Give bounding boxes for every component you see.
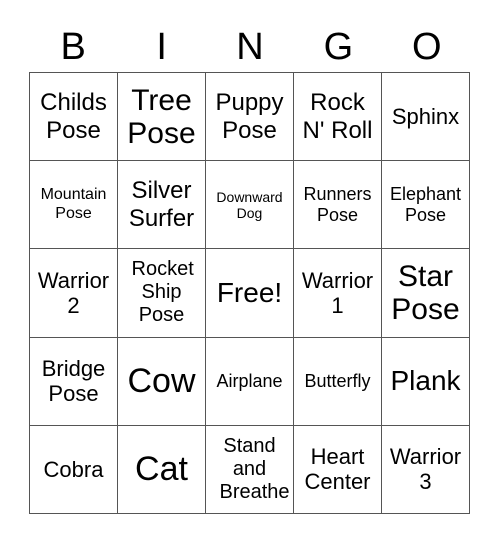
cell-label: Sphinx: [391, 103, 460, 129]
cell-label: Warrior 2: [37, 267, 110, 318]
header-letter-o: O: [412, 26, 442, 68]
bingo-cell[interactable]: Silver Surfer: [118, 161, 206, 250]
bingo-cell[interactable]: Cow: [118, 337, 206, 426]
cell-label: Downward Dog: [216, 188, 283, 221]
bingo-cell[interactable]: Warrior 1: [294, 249, 382, 338]
bingo-cell[interactable]: Elephant Pose: [382, 161, 470, 250]
cell-label: Free!: [216, 276, 283, 308]
bingo-header: B I N G O: [29, 22, 471, 72]
bingo-cell[interactable]: Sphinx: [382, 73, 470, 162]
bingo-cell[interactable]: Plank: [382, 337, 470, 426]
bingo-cell[interactable]: Warrior 3: [382, 425, 470, 514]
bingo-cell[interactable]: Rock N' Roll: [294, 73, 382, 162]
cell-label: Cat: [135, 449, 188, 488]
header-letter-n: N: [236, 26, 264, 68]
bingo-cell[interactable]: Downward Dog: [206, 161, 294, 250]
cell-label: Childs Pose: [40, 89, 107, 144]
bingo-cell[interactable]: Airplane: [206, 337, 294, 426]
cell-label: Mountain Pose: [40, 186, 107, 222]
header-letter-i: I: [156, 26, 167, 68]
bingo-cell[interactable]: Warrior 2: [30, 249, 118, 338]
bingo-cell[interactable]: Cobra: [30, 425, 118, 514]
cell-label: Tree Pose: [127, 83, 196, 150]
cell-label: Butterfly: [304, 370, 371, 391]
cell-label: Airplane: [216, 370, 283, 391]
bingo-cell[interactable]: Heart Center: [294, 425, 382, 514]
bingo-cell[interactable]: Runners Pose: [294, 161, 382, 250]
cell-label: Bridge Pose: [41, 355, 106, 407]
cell-label: Plank: [390, 364, 461, 396]
bingo-cell[interactable]: Bridge Pose: [30, 337, 118, 426]
cell-label: Rock N' Roll: [302, 89, 373, 144]
cell-label: Cobra: [43, 456, 104, 482]
cell-label: Runners Pose: [303, 184, 372, 225]
bingo-cell[interactable]: Stand and Breathe: [206, 425, 294, 514]
cell-label: Rocket Ship Pose: [131, 258, 194, 327]
bingo-cell[interactable]: Tree Pose: [118, 73, 206, 162]
cell-label: Silver Surfer: [128, 177, 195, 232]
cell-label: Heart Center: [304, 444, 371, 495]
cell-label: Stand and Breathe: [219, 434, 290, 503]
bingo-cell[interactable]: Cat: [118, 425, 206, 514]
cell-label: Star Pose: [391, 259, 460, 326]
bingo-cell[interactable]: Star Pose: [382, 249, 470, 338]
bingo-cell[interactable]: Butterfly: [294, 337, 382, 426]
cell-label: Puppy Pose: [215, 89, 284, 144]
bingo-cell[interactable]: Mountain Pose: [30, 161, 118, 250]
cell-label: Elephant Pose: [389, 184, 462, 225]
bingo-grid: Childs Pose Tree Pose Puppy Pose Rock N'…: [29, 72, 470, 514]
header-letter-g: G: [323, 26, 354, 68]
bingo-cell[interactable]: Rocket Ship Pose: [118, 249, 206, 338]
free-space-cell[interactable]: Free!: [206, 249, 294, 338]
cell-label: Warrior 3: [389, 444, 462, 495]
cell-label: Cow: [127, 361, 196, 400]
bingo-cell[interactable]: Puppy Pose: [206, 73, 294, 162]
header-letter-b: B: [60, 26, 86, 68]
bingo-cell[interactable]: Childs Pose: [30, 73, 118, 162]
cell-label: Warrior 1: [301, 267, 374, 318]
